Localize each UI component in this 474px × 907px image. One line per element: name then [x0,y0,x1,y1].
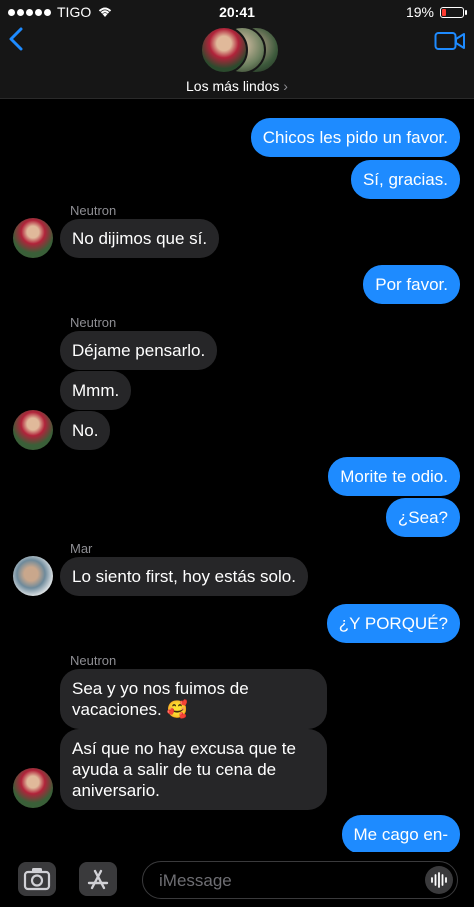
camera-icon [23,868,51,891]
message-bubble[interactable]: Así que no hay excusa que te ayuda a sal… [60,729,327,810]
message-bubble[interactable]: ¿Sea? [385,498,460,537]
camera-button[interactable] [18,862,56,896]
back-button[interactable] [8,26,24,58]
message-bubble[interactable]: ¿Y PORQUÉ? [326,604,460,643]
message-bubble[interactable]: Morite te odio. [328,457,460,496]
audio-button[interactable] [425,866,453,894]
status-bar: TIGO 20:41 19% [0,0,474,24]
message-field[interactable] [142,861,458,899]
waveform-icon [431,872,447,888]
compose-bar [0,852,474,907]
avatar[interactable] [13,768,53,808]
message-input[interactable] [157,870,411,892]
video-camera-icon [434,32,465,50]
message-bubble[interactable]: Lo siento first, hoy estás solo. [60,557,308,596]
group-name-link[interactable]: Los más lindos › [0,78,474,94]
chevron-right-icon: › [283,78,288,94]
battery-icon [440,6,467,18]
message-bubble[interactable]: No. [60,411,111,450]
message-bubble[interactable]: Por favor. [363,265,460,304]
status-right: 19% [405,4,467,20]
avatar[interactable] [13,410,53,450]
conversation-header: Los más lindos › [0,24,474,99]
chevron-left-icon [9,27,23,51]
sender-name: Neutron [70,203,117,218]
message-bubble[interactable]: Mmm. [60,371,132,410]
avatar[interactable] [13,556,53,596]
battery-percent: 19% [405,4,434,20]
message-bubble[interactable]: Sí, gracias. [350,160,460,199]
app-store-icon [87,869,109,890]
app-store-button[interactable] [79,862,117,896]
message-thread[interactable]: Chicos les pido un favor. Sí, gracias. N… [0,99,474,854]
message-bubble[interactable]: No dijimos que sí. [60,219,220,258]
sender-name: Neutron [70,315,117,330]
avatar[interactable] [13,218,53,258]
message-bubble[interactable]: Sea y yo nos fuimos de vacaciones. 🥰 [60,669,327,729]
avatar-1 [200,26,248,74]
clock: 20:41 [219,4,255,20]
group-name: Los más lindos [186,78,280,94]
message-bubble[interactable]: Déjame pensarlo. [60,331,218,370]
message-bubble[interactable]: Me cago en- [341,815,460,854]
facetime-button[interactable] [434,30,466,57]
message-bubble[interactable]: Chicos les pido un favor. [250,118,460,157]
sender-name: Neutron [70,653,117,668]
group-avatar[interactable] [200,24,280,74]
sender-name: Mar [70,541,93,556]
